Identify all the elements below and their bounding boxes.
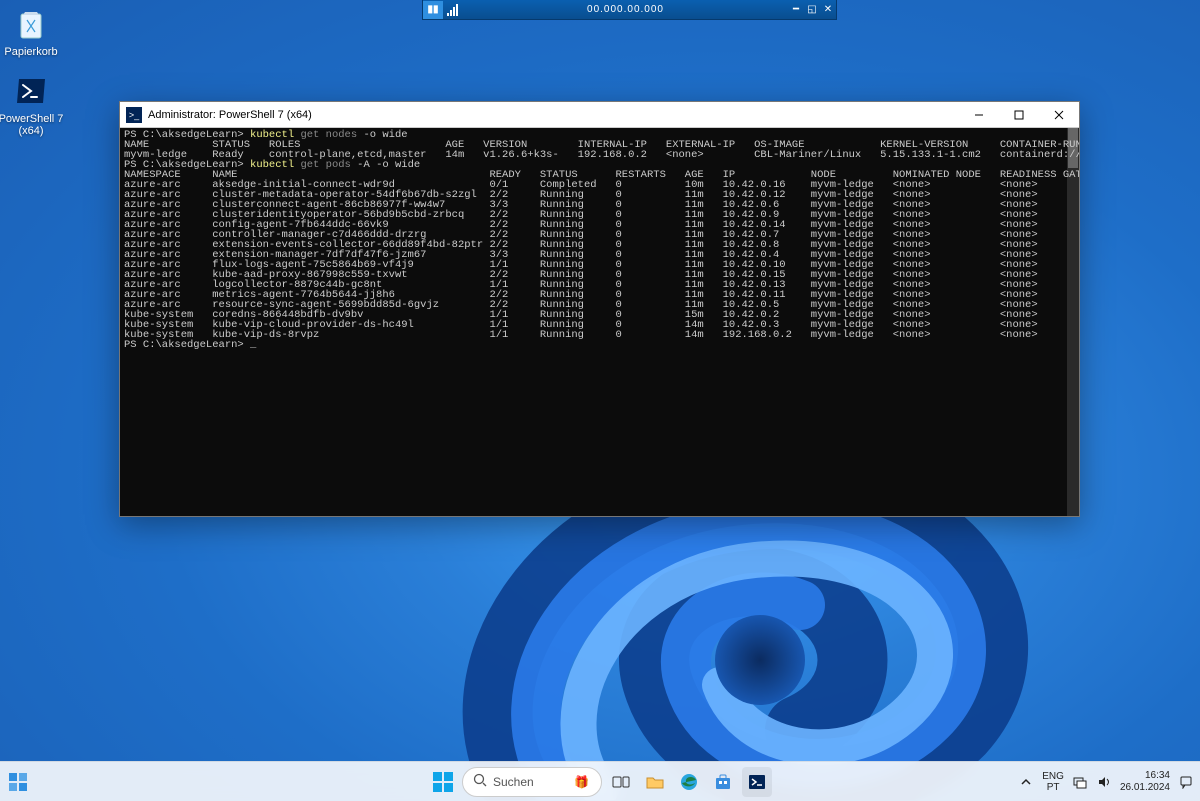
volume-icon[interactable] (1096, 774, 1112, 790)
media-close-icon[interactable]: ✕ (820, 3, 836, 17)
media-bar[interactable]: ▮▮ 00.000.00.000 ━ ◱ ✕ (422, 0, 837, 20)
terminal-icon[interactable] (742, 767, 772, 797)
desktop-icon-recycle-bin[interactable]: Papierkorb (0, 5, 66, 58)
desktop-icon-label: Papierkorb (0, 46, 66, 58)
window-minimize-button[interactable] (959, 102, 999, 128)
recycle-bin-icon (12, 5, 50, 43)
start-button[interactable] (428, 767, 458, 797)
edge-icon[interactable] (674, 767, 704, 797)
taskbar-widgets-button[interactable] (4, 768, 32, 796)
desktop-icon-powershell[interactable]: PowerShell 7 (x64) (0, 72, 66, 137)
network-icon[interactable] (1072, 774, 1088, 790)
search-icon (473, 773, 487, 790)
signal-icon (447, 4, 463, 16)
task-view-button[interactable] (606, 767, 636, 797)
clock[interactable]: 16:3426.01.2024 (1120, 770, 1170, 794)
notifications-icon[interactable] (1178, 774, 1194, 790)
search-placeholder: Suchen (493, 775, 534, 789)
window-maximize-button[interactable] (999, 102, 1039, 128)
powershell-window: >_ Administrator: PowerShell 7 (x64) PS … (119, 101, 1080, 517)
window-title: Administrator: PowerShell 7 (x64) (148, 109, 959, 121)
window-titlebar[interactable]: >_ Administrator: PowerShell 7 (x64) (120, 102, 1079, 128)
store-icon[interactable] (708, 767, 738, 797)
terminal-output[interactable]: PS C:\aksedgeLearn> kubectl get nodes -o… (120, 128, 1079, 516)
media-minimize-icon[interactable]: ━ (788, 3, 804, 17)
tray-chevron-icon[interactable] (1018, 774, 1034, 790)
desktop-icon-label: PowerShell 7 (x64) (0, 113, 66, 137)
taskbar-search[interactable]: Suchen 🎁 (462, 767, 602, 797)
media-counter: 00.000.00.000 (463, 4, 788, 15)
media-pause-icon[interactable]: ▮▮ (423, 1, 443, 19)
powershell-icon (12, 72, 50, 110)
search-decor-icon: 🎁 (574, 775, 589, 789)
taskbar: Suchen 🎁 ENGPT 16:3426.01.2024 (0, 761, 1200, 801)
media-restore-icon[interactable]: ◱ (804, 3, 820, 17)
language-indicator[interactable]: ENGPT (1042, 771, 1064, 793)
powershell-titlebar-icon: >_ (126, 107, 142, 123)
file-explorer-icon[interactable] (640, 767, 670, 797)
window-close-button[interactable] (1039, 102, 1079, 128)
